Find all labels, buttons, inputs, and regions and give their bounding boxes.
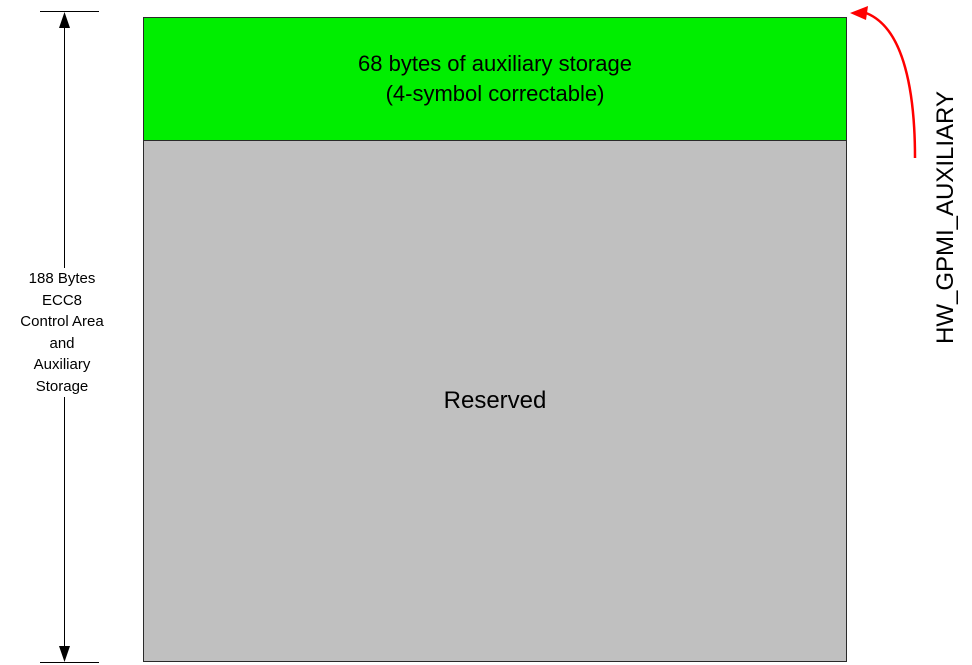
- register-label: HW_GPMI_AUXILIARY: [932, 91, 959, 344]
- auxiliary-storage-subtitle: (4-symbol correctable): [385, 81, 605, 106]
- dimension-arrow-up: [59, 12, 70, 28]
- register-pointer-arrow: [865, 11, 917, 159]
- dimension-label-line: ECC8: [41, 291, 82, 309]
- dimension-label-line: Storage: [35, 377, 89, 395]
- dimension-label-line: and: [49, 334, 75, 352]
- dimension-label-line: 188 Bytes: [28, 270, 96, 287]
- auxiliary-storage-title: 68 bytes of auxiliary storage: [358, 51, 632, 76]
- dimension-arrow-down: [59, 646, 70, 662]
- dimension-label-line: Control Area: [20, 313, 104, 330]
- reserved-label: Reserved: [443, 387, 547, 414]
- reserved-block: Reserved: [143, 141, 847, 662]
- dimension-label-line: Auxiliary: [33, 356, 91, 373]
- dimension-label: 188 Bytes ECC8 Control Area and Auxiliar…: [4, 268, 120, 397]
- register-pointer-arrowhead: [850, 6, 868, 20]
- auxiliary-storage-block: 68 bytes of auxiliary storage (4-symbol …: [143, 17, 847, 141]
